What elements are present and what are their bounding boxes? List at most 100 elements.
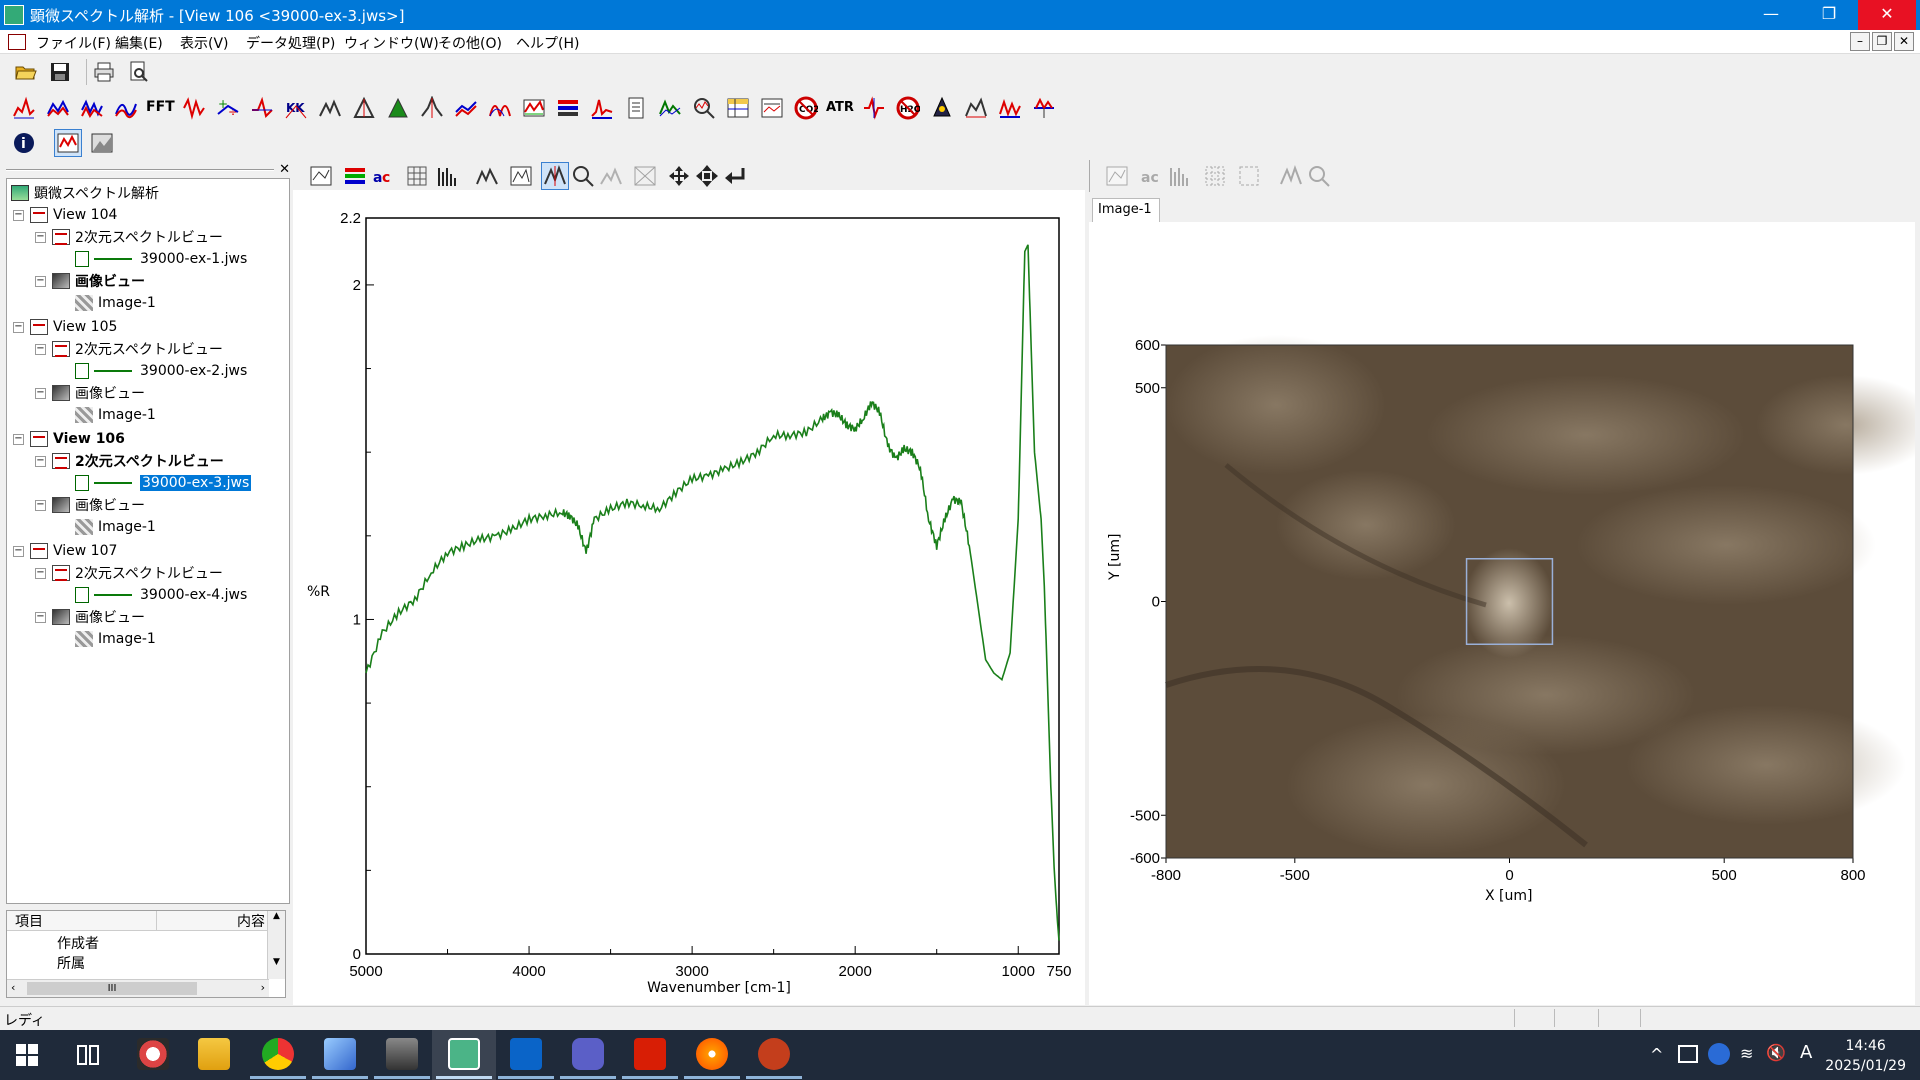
tree-image-104[interactable]: Image-1 [75,293,156,313]
tool-interpolate[interactable] [452,94,480,122]
h2o-correction-button[interactable]: H2O [894,94,922,122]
network-app-icon[interactable] [386,1038,418,1070]
print-button[interactable] [90,58,118,86]
fft-button[interactable]: FFT [146,99,175,115]
vertical-scrollbar[interactable]: ▲ ▼ [267,911,285,979]
tree-spec-view-104[interactable]: − 2次元スペクトルビュー [35,227,223,247]
prop-row-author[interactable]: 作成者 [57,933,99,953]
spectrum-view-toggle[interactable] [54,129,82,157]
image-view-toggle[interactable] [88,129,116,157]
image-label-button[interactable]: ac [1137,162,1165,190]
tree-image-107[interactable]: Image-1 [75,629,156,649]
color-settings-button[interactable] [341,162,369,190]
mdi-close-button[interactable]: ✕ [1894,32,1914,51]
maximize-button[interactable]: ❐ [1800,0,1858,30]
tool-deconvolution[interactable] [486,94,514,122]
tool-spike[interactable] [588,94,616,122]
panel-gripper[interactable]: ✕ [6,162,290,177]
tool-spectrum-3[interactable] [78,94,106,122]
open-folder-button[interactable] [12,58,40,86]
panel-close-icon[interactable]: ✕ [279,162,290,177]
peak-label-button[interactable] [473,162,501,190]
collapse-icon[interactable]: − [13,209,24,221]
zoom-search-button[interactable] [569,162,597,190]
scroll-thumb[interactable]: III [27,982,197,995]
chrome-icon[interactable] [262,1038,294,1070]
expand-button[interactable] [693,162,721,190]
minimize-button[interactable]: — [1742,0,1800,30]
image-grid-button[interactable] [1201,162,1229,190]
collapse-icon[interactable]: − [35,231,46,243]
acrobat-icon[interactable] [634,1038,666,1070]
grid-button[interactable] [403,162,431,190]
tool-peak-height[interactable] [350,94,378,122]
collapse-icon[interactable]: − [35,567,46,579]
tool-analysis[interactable] [656,94,684,122]
collapse-icon[interactable]: − [35,275,46,287]
atr-button[interactable]: ATR [826,100,854,115]
outlook-icon[interactable] [510,1038,542,1070]
axis-settings-button[interactable] [307,162,335,190]
col-header-item[interactable]: 項目 [7,911,157,931]
clock[interactable]: 14:46 2025/01/29 [1825,1036,1906,1076]
tool-peak[interactable] [316,94,344,122]
collapse-icon[interactable]: − [35,499,46,511]
tool-spectrum-1[interactable] [10,94,38,122]
menu-other[interactable]: その他(O) [438,33,502,53]
fit-all-button[interactable] [631,162,659,190]
co2-correction-button[interactable]: CO2 [792,94,820,122]
mdi-restore-button[interactable]: ❐ [1872,32,1892,51]
spectrum-window-button[interactable] [507,162,535,190]
tool-baseline-corr[interactable] [520,94,548,122]
tool-quant[interactable] [996,94,1024,122]
tool-spectrum-4[interactable] [112,94,140,122]
menu-edit[interactable]: 編集(E) [115,33,163,53]
tool-fitting[interactable] [962,94,990,122]
tree-file-107[interactable]: 39000-ex-4.jws [75,585,247,605]
collapse-icon[interactable]: − [35,455,46,467]
peak-pick-button[interactable] [597,162,625,190]
image-axis-button[interactable] [1103,162,1131,190]
image-tab[interactable]: Image-1 [1092,198,1160,222]
tool-baseline[interactable] [248,94,276,122]
menu-help[interactable]: ヘルプ(H) [516,33,579,53]
tool-spectrum-2[interactable] [44,94,72,122]
ime-indicator[interactable]: A [1800,1042,1812,1063]
undo-zoom-button[interactable] [721,162,749,190]
menu-window[interactable]: ウィンドウ(W) [344,33,439,53]
tree-file-106[interactable]: 39000-ex-3.jws [75,473,252,493]
camera-app-icon[interactable] [137,1038,169,1070]
windows-start-button[interactable] [16,1044,38,1070]
tool-document[interactable] [622,94,650,122]
task-view-button[interactable] [76,1044,100,1070]
tool-report[interactable] [758,94,786,122]
tool-arithmetic[interactable]: + ÷ [214,94,242,122]
prop-row-affiliation[interactable]: 所属 [57,953,85,969]
collapse-icon[interactable]: − [13,545,24,557]
tree-img-view-107[interactable]: − 画像ビュー [35,607,145,627]
bar-display-button[interactable] [433,162,461,190]
horizontal-scrollbar[interactable]: ‹ III › [7,979,269,997]
image-select-button[interactable] [1235,162,1263,190]
tree-view-105[interactable]: − View 105 [13,317,117,337]
tree-spec-view-107[interactable]: − 2次元スペクトルビュー [35,563,223,583]
collapse-icon[interactable]: − [35,343,46,355]
tool-peak-find[interactable] [418,94,446,122]
tool-x-axis[interactable] [1030,94,1058,122]
file-explorer-icon[interactable] [198,1038,230,1070]
app-icon-blue[interactable] [324,1038,356,1070]
tool-cosmic[interactable] [928,94,956,122]
col-header-content[interactable]: 内容 [157,911,269,931]
collapse-icon[interactable]: − [13,321,24,333]
tree-file-105[interactable]: 39000-ex-2.jws [75,361,247,381]
tree-view-107[interactable]: − View 107 [13,541,117,561]
info-button[interactable]: i [10,129,38,157]
tree-img-view-105[interactable]: − 画像ビュー [35,383,145,403]
tree-img-view-106[interactable]: − 画像ビュー [35,495,145,515]
tree-view-106[interactable]: − View 106 [13,429,125,449]
tray-app-icon[interactable] [1678,1045,1698,1063]
tree-img-view-104[interactable]: − 画像ビュー [35,271,145,291]
collapse-icon[interactable]: − [13,433,24,445]
tree-spec-view-106[interactable]: − 2次元スペクトルビュー [35,451,224,471]
image-bar-button[interactable] [1165,162,1193,190]
